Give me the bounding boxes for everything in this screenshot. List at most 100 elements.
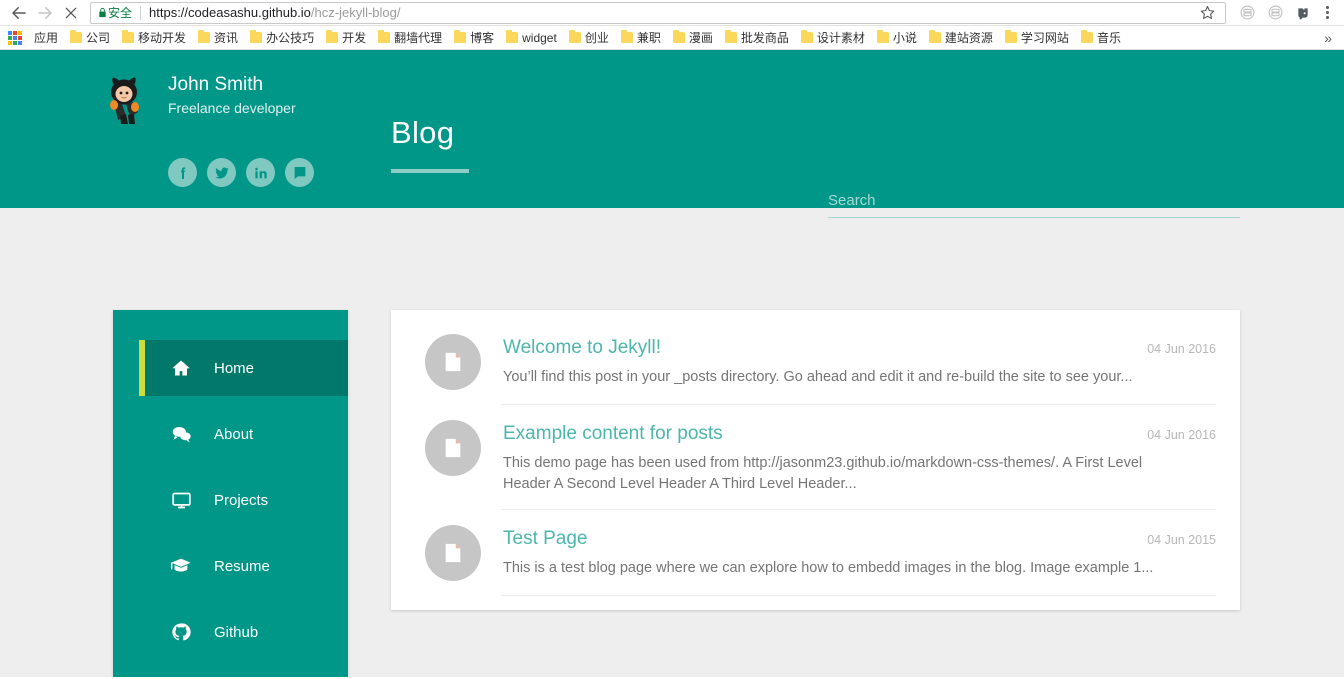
sidebar-item-label: Github xyxy=(214,623,259,641)
evernote-icon[interactable] xyxy=(1290,0,1316,26)
folder-icon xyxy=(800,30,813,43)
apps-grid-icon[interactable] xyxy=(6,29,24,47)
bookmark-item[interactable]: 建站资源 xyxy=(923,28,999,48)
bookmark-label: 兼职 xyxy=(636,31,661,45)
home-icon xyxy=(168,358,194,378)
bookmark-item[interactable]: 资讯 xyxy=(192,28,244,48)
bookmark-item[interactable]: 办公技巧 xyxy=(244,28,320,48)
post-excerpt: This demo page has been used from http:/… xyxy=(503,455,1143,492)
site-header: John Smith Freelance developer Blog Sear… xyxy=(0,50,1344,218)
folder-icon xyxy=(1080,30,1093,43)
folder-icon xyxy=(724,30,737,43)
bookmark-apps[interactable]: 应用 xyxy=(28,28,64,48)
page-file-icon xyxy=(425,420,481,476)
bookmark-label: 音乐 xyxy=(1096,31,1121,45)
extension-icon[interactable] xyxy=(1234,0,1260,26)
sidebar-item-label: Resume xyxy=(214,557,270,575)
folder-icon xyxy=(928,30,941,43)
sidebar-item-about[interactable]: About xyxy=(113,406,348,462)
bookmark-label: 公司 xyxy=(86,31,111,45)
profile-role: Freelance developer xyxy=(168,100,296,116)
sidebar-item-label: About xyxy=(214,425,254,443)
sidebar-item-xml-feed[interactable]: XML Feed xyxy=(113,670,348,677)
bookmark-label: 漫画 xyxy=(688,31,713,45)
post-title[interactable]: Welcome to Jekyll! xyxy=(503,336,661,360)
extension-icon[interactable] xyxy=(1262,0,1288,26)
bookmark-label: 建站资源 xyxy=(944,31,993,45)
bookmark-label: 小说 xyxy=(892,31,917,45)
bookmark-item[interactable]: widget xyxy=(500,28,563,48)
twitter-icon[interactable] xyxy=(207,158,236,187)
post-date: 04 Jun 2016 xyxy=(1147,428,1216,442)
post-item[interactable]: Welcome to Jekyll! 04 Jun 2016 You’ll fi… xyxy=(391,318,1240,404)
bookmark-label: 创业 xyxy=(584,31,609,45)
sidebar-item-label: Projects xyxy=(214,491,269,509)
bookmark-item[interactable]: 批发商品 xyxy=(719,28,795,48)
facebook-icon[interactable] xyxy=(168,158,197,187)
sidebar-item-label: Home xyxy=(214,359,255,377)
address-bar[interactable]: 安全 https://codeasashu.github.io/hcz-jeky… xyxy=(90,1,1226,24)
page-viewport: John Smith Freelance developer Blog Sear… xyxy=(0,50,1344,677)
bookmark-item[interactable]: 设计素材 xyxy=(795,28,871,48)
post-excerpt: You’ll find this post in your _posts dir… xyxy=(503,369,1133,385)
linkedin-icon[interactable] xyxy=(246,158,275,187)
bookmarks-bar: 应用 公司 移动开发 资讯 办公技巧 开发 翻墙代理 博客 widget 创业 … xyxy=(0,26,1344,50)
bookmark-label: 博客 xyxy=(470,31,495,45)
bookmark-item[interactable]: 音乐 xyxy=(1075,28,1127,48)
three-dot-menu-icon[interactable] xyxy=(1316,0,1338,26)
url-domain: https://codeasashu.github.io xyxy=(149,5,311,20)
page-title-block: Blog xyxy=(391,115,469,173)
folder-icon xyxy=(454,30,467,43)
github-icon xyxy=(168,622,194,642)
comments-icon xyxy=(168,424,194,445)
bookmark-item[interactable]: 兼职 xyxy=(615,28,667,48)
bookmark-item[interactable]: 小说 xyxy=(871,28,923,48)
bookmark-label: 学习网站 xyxy=(1020,31,1069,45)
folder-icon xyxy=(620,30,633,43)
bookmark-label: 资讯 xyxy=(214,31,239,45)
bookmarks-overflow-icon[interactable]: » xyxy=(1318,30,1338,46)
bookmark-item[interactable]: 博客 xyxy=(448,28,500,48)
bookmark-label: 开发 xyxy=(342,31,367,45)
bookmark-item[interactable]: 开发 xyxy=(320,28,372,48)
bookmark-label: 移动开发 xyxy=(138,31,187,45)
post-date: 04 Jun 2015 xyxy=(1147,533,1216,547)
bookmark-label: widget xyxy=(522,30,557,45)
post-item[interactable]: Example content for posts 04 Jun 2016 Th… xyxy=(391,404,1240,509)
back-arrow-icon[interactable] xyxy=(6,0,32,26)
post-item[interactable]: Test Page 04 Jun 2015 This is a test blo… xyxy=(391,509,1240,595)
folder-icon xyxy=(876,30,889,43)
avatar xyxy=(100,70,156,126)
bookmark-item[interactable]: 公司 xyxy=(64,28,116,48)
body-area: Home About Projects Resume Github Welcom… xyxy=(0,208,1344,677)
sidebar-item-projects[interactable]: Projects xyxy=(113,472,348,528)
post-excerpt: This is a test blog page where we can ex… xyxy=(503,560,1154,576)
sidebar-item-home[interactable]: Home xyxy=(139,340,348,396)
profile-name: John Smith xyxy=(168,74,264,95)
post-title[interactable]: Test Page xyxy=(503,527,588,551)
post-title[interactable]: Example content for posts xyxy=(503,422,723,446)
page-title-underline xyxy=(391,169,469,173)
bookmark-item[interactable]: 创业 xyxy=(563,28,615,48)
bookmark-item[interactable]: 翻墙代理 xyxy=(372,28,448,48)
browser-chrome: 安全 https://codeasashu.github.io/hcz-jeky… xyxy=(0,0,1344,50)
bookmark-label: 翻墙代理 xyxy=(394,31,443,45)
star-icon[interactable] xyxy=(1195,2,1219,24)
omnibox-divider xyxy=(140,5,142,20)
folder-icon xyxy=(326,30,339,43)
lock-icon xyxy=(97,6,108,19)
bookmark-item[interactable]: 移动开发 xyxy=(116,28,192,48)
page-file-icon xyxy=(425,334,481,390)
bookmark-item[interactable]: 漫画 xyxy=(667,28,719,48)
bookmark-item[interactable]: 学习网站 xyxy=(999,28,1075,48)
folder-icon xyxy=(672,30,685,43)
feed-lines-icon[interactable] xyxy=(285,158,314,187)
folder-icon xyxy=(198,30,211,43)
stop-x-icon[interactable] xyxy=(58,0,84,26)
sidebar-item-github[interactable]: Github xyxy=(113,604,348,660)
browser-toolbar: 安全 https://codeasashu.github.io/hcz-jeky… xyxy=(0,0,1344,26)
desktop-icon xyxy=(168,490,194,511)
extension-icons xyxy=(1230,0,1316,26)
sidebar-item-resume[interactable]: Resume xyxy=(113,538,348,594)
folder-icon xyxy=(122,30,135,43)
